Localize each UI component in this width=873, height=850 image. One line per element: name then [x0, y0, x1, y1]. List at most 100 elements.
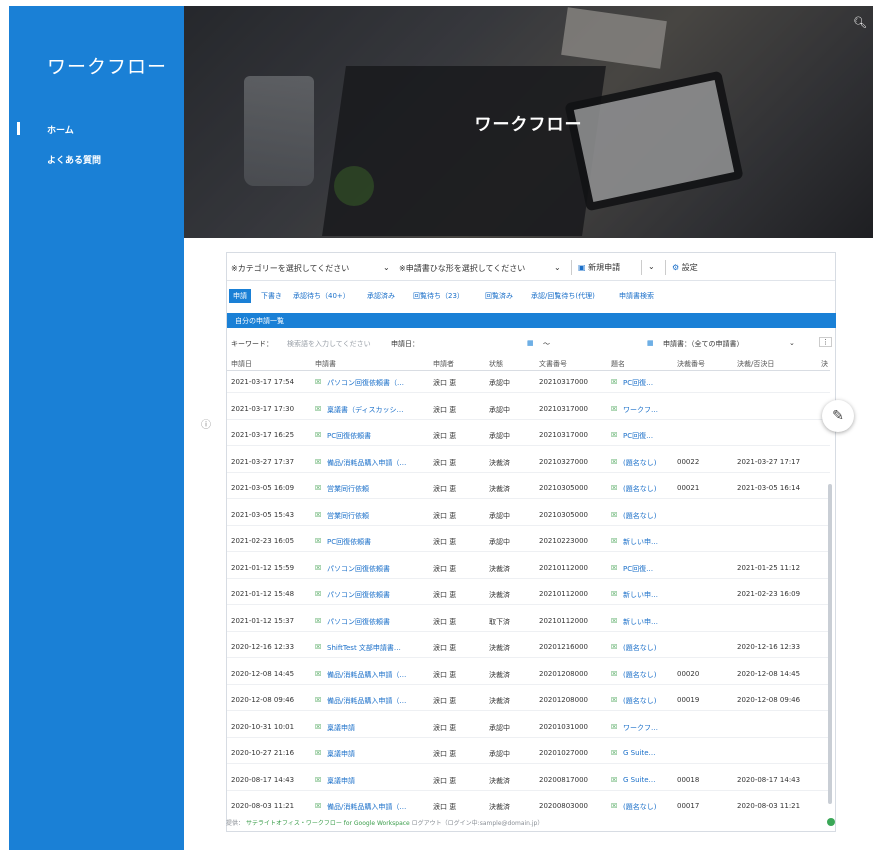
- table-row[interactable]: 2021-01-12 15:59 ☒ パソコン回復依頼書 涙口 恵 決裁済 2021011…: [227, 557, 830, 579]
- cell-subject[interactable]: 新しい申…: [623, 617, 658, 627]
- table-row[interactable]: 2020-08-17 14:43 ☒ 稟議申請 涙口 恵 決裁済 20200817000 ☒…: [227, 769, 830, 791]
- open-document-icon[interactable]: ☒: [315, 458, 321, 466]
- keyword-input[interactable]: 検索語を入力してください: [287, 339, 371, 349]
- table-row[interactable]: 2020-10-27 21:16 ☒ 稟議申請 涙口 恵 承認中 20201027000 ☒…: [227, 742, 830, 764]
- cell-form[interactable]: 備品/消耗品購入申請（…: [327, 670, 406, 680]
- open-document-icon[interactable]: ☒: [611, 378, 617, 386]
- category-chevron-icon[interactable]: ⌄: [383, 263, 390, 272]
- tab-pending-circulation[interactable]: 回覧待ち（23）: [413, 291, 464, 301]
- col-header-doc-no[interactable]: 文書番号: [539, 359, 567, 369]
- open-document-icon[interactable]: ☒: [315, 511, 321, 519]
- open-document-icon[interactable]: ☒: [315, 696, 321, 704]
- table-row[interactable]: 2021-03-05 15:43 ☒ 営業同行依頼 涙口 恵 承認中 2021030500…: [227, 504, 830, 526]
- open-document-icon[interactable]: ☒: [315, 749, 321, 757]
- table-row[interactable]: 2020-10-31 10:01 ☒ 稟議申請 涙口 恵 承認中 20201031000 ☒…: [227, 716, 830, 738]
- table-row[interactable]: 2021-01-12 15:37 ☒ パソコン回復依頼書 涙口 恵 取下済 2021011…: [227, 610, 830, 632]
- search-icon[interactable]: 🔍︎: [853, 16, 867, 29]
- cell-subject[interactable]: PC回復…: [623, 564, 653, 574]
- footer-product[interactable]: サテライトオフィス・ワークフロー for Google Workspace: [246, 820, 410, 827]
- open-document-icon[interactable]: ☒: [611, 723, 617, 731]
- cell-form[interactable]: パソコン回復依頼書: [327, 590, 390, 600]
- open-document-icon[interactable]: ☒: [315, 564, 321, 572]
- tab-draft[interactable]: 下書き: [261, 291, 282, 301]
- form-select[interactable]: ※申請書ひな形を選択してください: [399, 263, 525, 274]
- app-brand[interactable]: ワークフロー: [47, 52, 167, 79]
- open-document-icon[interactable]: ☒: [611, 643, 617, 651]
- cell-form[interactable]: 稟議申請: [327, 749, 355, 759]
- tab-search[interactable]: 申請書検索: [619, 291, 654, 301]
- table-row[interactable]: 2021-03-17 17:30 ☒ 稟議書（ディスカッシ… 涙口 恵 承認中 20210…: [227, 398, 830, 420]
- category-select[interactable]: ※カテゴリーを選択してください: [231, 263, 349, 274]
- open-document-icon[interactable]: ☒: [611, 590, 617, 598]
- table-row[interactable]: 2021-03-17 17:54 ☒ パソコン回復依頼書（… 涙口 恵 承認中 20210…: [227, 371, 830, 393]
- cell-form[interactable]: パソコン回復依頼書: [327, 564, 390, 574]
- cell-subject[interactable]: ワークフ…: [623, 405, 658, 415]
- info-icon[interactable]: ⓘ: [201, 416, 211, 431]
- open-document-icon[interactable]: ☒: [315, 776, 321, 784]
- table-row[interactable]: 2021-03-05 16:09 ☒ 営業同行依頼 涙口 恵 決裁済 2021030500…: [227, 477, 830, 499]
- open-document-icon[interactable]: ☒: [611, 776, 617, 784]
- open-document-icon[interactable]: ☒: [611, 431, 617, 439]
- cell-form[interactable]: 備品/消耗品購入申請（…: [327, 458, 406, 468]
- edit-pencil-icon[interactable]: ✎: [822, 400, 854, 432]
- table-row[interactable]: 2021-01-12 15:48 ☒ パソコン回復依頼書 涙口 恵 決裁済 2021011…: [227, 583, 830, 605]
- col-header-extra[interactable]: 決: [821, 359, 828, 369]
- open-document-icon[interactable]: ☒: [611, 617, 617, 625]
- open-document-icon[interactable]: ☒: [611, 802, 617, 810]
- col-header-decision-no[interactable]: 決裁番号: [677, 359, 705, 369]
- open-document-icon[interactable]: ☒: [611, 749, 617, 757]
- col-header-date[interactable]: 申請日: [231, 359, 252, 369]
- cell-subject[interactable]: (題名なし): [623, 511, 656, 521]
- table-row[interactable]: 2021-03-17 16:25 ☒ PC回復依頼書 涙口 恵 承認中 202103170…: [227, 424, 830, 446]
- cell-form[interactable]: PC回復依頼書: [327, 431, 371, 441]
- calendar-start-icon[interactable]: ▦: [527, 339, 534, 347]
- open-document-icon[interactable]: ☒: [315, 723, 321, 731]
- open-document-icon[interactable]: ☒: [611, 484, 617, 492]
- table-row[interactable]: 2020-12-08 09:46 ☒ 備品/消耗品購入申請（… 涙口 恵 決裁済 2020…: [227, 689, 830, 711]
- open-document-icon[interactable]: ☒: [315, 405, 321, 413]
- filter-more-icon[interactable]: ⋮: [819, 337, 832, 347]
- cell-form[interactable]: 備品/消耗品購入申請（…: [327, 802, 406, 812]
- open-document-icon[interactable]: ☒: [315, 590, 321, 598]
- table-row[interactable]: 2020-08-03 11:21 ☒ 備品/消耗品購入申請（… 涙口 恵 決裁済 2020…: [227, 795, 830, 813]
- col-header-subject[interactable]: 題名: [611, 359, 625, 369]
- scrollbar[interactable]: [828, 484, 832, 804]
- cell-subject[interactable]: PC回復…: [623, 378, 653, 388]
- open-document-icon[interactable]: ☒: [611, 511, 617, 519]
- open-document-icon[interactable]: ☒: [611, 405, 617, 413]
- cell-form[interactable]: 稟議申請: [327, 723, 355, 733]
- col-header-decision-date[interactable]: 決裁/否決日: [737, 359, 774, 369]
- cell-subject[interactable]: (題名なし): [623, 643, 656, 653]
- new-request-button[interactable]: ▣ 新規申請: [571, 260, 626, 275]
- settings-button[interactable]: ⚙ 設定: [665, 260, 704, 275]
- cell-subject[interactable]: (題名なし): [623, 458, 656, 468]
- form-filter-chevron-icon[interactable]: ⌄: [789, 339, 795, 347]
- table-row[interactable]: 2021-02-23 16:05 ☒ PC回復依頼書 涙口 恵 承認中 202102230…: [227, 530, 830, 552]
- cell-form[interactable]: ShiftTest 文部申請書…: [327, 643, 401, 653]
- cell-form[interactable]: PC回復依頼書: [327, 537, 371, 547]
- cell-subject[interactable]: G Suite…: [623, 749, 656, 757]
- open-document-icon[interactable]: ☒: [611, 564, 617, 572]
- tab-circulated[interactable]: 回覧済み: [485, 291, 513, 301]
- cell-form[interactable]: 稟議書（ディスカッシ…: [327, 405, 404, 415]
- cell-form[interactable]: 営業同行依頼: [327, 484, 369, 494]
- open-document-icon[interactable]: ☒: [315, 537, 321, 545]
- cell-form[interactable]: 備品/消耗品購入申請（…: [327, 696, 406, 706]
- cell-subject[interactable]: (題名なし): [623, 696, 656, 706]
- cell-subject[interactable]: 新しい申…: [623, 537, 658, 547]
- footer-account[interactable]: ログアウト（ログイン中:sample@domain.jp）: [412, 820, 544, 827]
- col-header-applicant[interactable]: 申請者: [433, 359, 454, 369]
- cell-subject[interactable]: (題名なし): [623, 484, 656, 494]
- open-document-icon[interactable]: ☒: [611, 696, 617, 704]
- open-document-icon[interactable]: ☒: [315, 802, 321, 810]
- new-request-menu-icon[interactable]: ⌄: [641, 260, 661, 275]
- cell-subject[interactable]: PC回復…: [623, 431, 653, 441]
- open-document-icon[interactable]: ☒: [611, 670, 617, 678]
- table-row[interactable]: 2020-12-08 14:45 ☒ 備品/消耗品購入申請（… 涙口 恵 決裁済 2020…: [227, 663, 830, 685]
- tab-request[interactable]: 申請: [229, 289, 251, 303]
- col-header-status[interactable]: 状態: [489, 359, 503, 369]
- cell-subject[interactable]: (題名なし): [623, 670, 656, 680]
- cell-form[interactable]: 稟議申請: [327, 776, 355, 786]
- table-row[interactable]: 2020-12-16 12:33 ☒ ShiftTest 文部申請書… 涙口 恵 決裁済…: [227, 636, 830, 658]
- cell-form[interactable]: パソコン回復依頼書: [327, 617, 390, 627]
